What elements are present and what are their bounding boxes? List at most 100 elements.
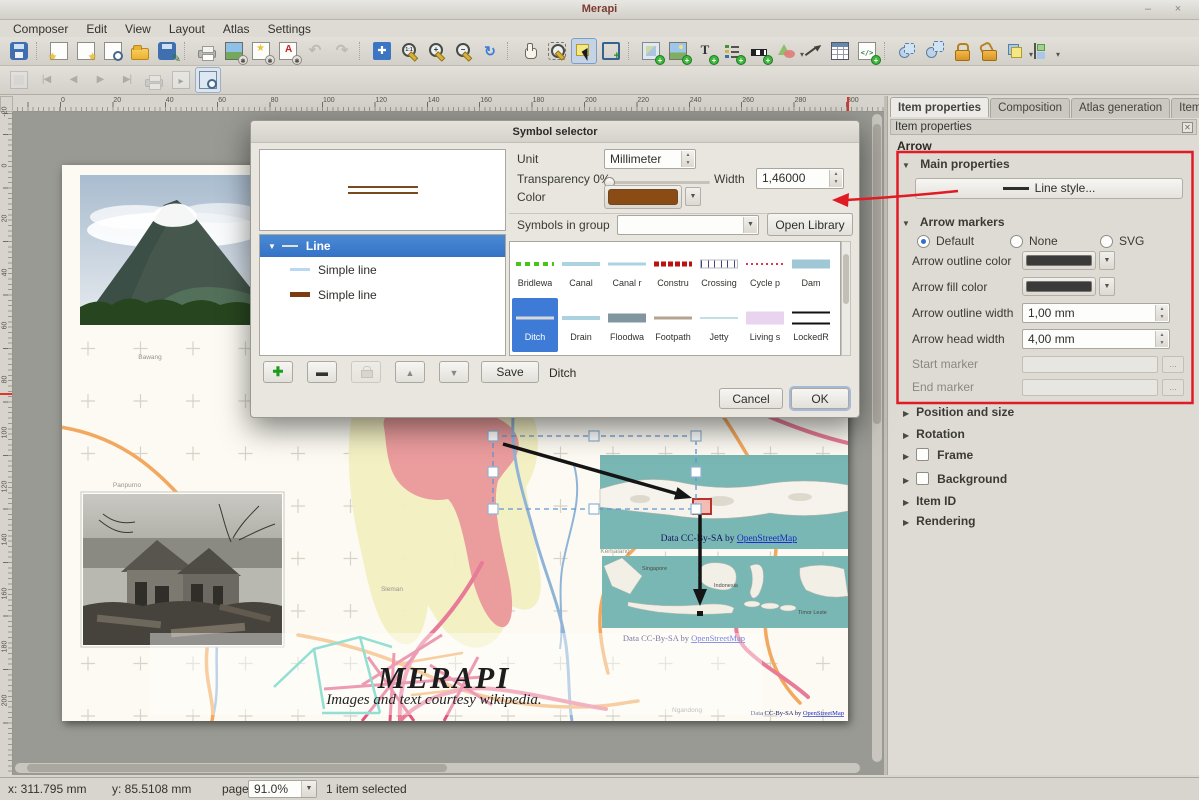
symbol-constru[interactable]: Constru bbox=[650, 244, 696, 298]
zoom-out-button[interactable] bbox=[450, 38, 476, 64]
ok-button[interactable]: OK bbox=[791, 388, 849, 409]
spinner-arrows-icon[interactable]: ▲▼ bbox=[829, 170, 842, 187]
export-svg-button[interactable] bbox=[248, 38, 274, 64]
spinner-arrows-icon[interactable]: ▲▼ bbox=[681, 151, 694, 167]
add-label-button[interactable] bbox=[692, 38, 718, 64]
minimize-button[interactable]: – bbox=[1137, 2, 1159, 17]
zoom-level-combo[interactable]: 91.0% ▼ bbox=[248, 780, 317, 798]
select-move-item-button[interactable] bbox=[571, 38, 597, 64]
main-properties-header[interactable]: ▼ Main properties bbox=[902, 157, 1010, 171]
expand-triangle-icon[interactable]: ▼ bbox=[268, 242, 276, 251]
symbol-living-s[interactable]: Living s bbox=[742, 298, 788, 352]
section-item-id[interactable]: ▶Item ID bbox=[888, 494, 956, 512]
section-background[interactable]: ▶Background bbox=[888, 472, 1007, 490]
symbol-canal[interactable]: Canal bbox=[558, 244, 604, 298]
move-layer-up-button[interactable]: ▲ bbox=[395, 361, 425, 383]
move-layer-down-button[interactable]: ▼ bbox=[439, 361, 469, 383]
tree-item-simple-line-1[interactable]: Simple line bbox=[260, 257, 505, 282]
symbol-lockedr[interactable]: LockedR bbox=[788, 298, 834, 352]
inset-map-java[interactable]: Data CC-By-SA by OpenStreetMap bbox=[600, 455, 848, 549]
map-title-label[interactable]: MERAPI bbox=[377, 660, 511, 695]
section-position-and-size[interactable]: ▶Position and size bbox=[888, 405, 1014, 423]
symbols-group-combo[interactable]: ▼ bbox=[617, 215, 759, 235]
photo-destroyed-house[interactable] bbox=[81, 492, 284, 647]
dialog-title[interactable]: Symbol selector bbox=[251, 121, 859, 143]
add-scalebar-button[interactable] bbox=[746, 38, 772, 64]
open-library-button[interactable]: Open Library bbox=[767, 213, 853, 236]
duplicate-composition-button[interactable] bbox=[73, 38, 99, 64]
zoom-full-button[interactable] bbox=[369, 38, 395, 64]
dock-close-icon[interactable]: ✕ bbox=[1182, 122, 1193, 133]
inset-map-indonesia[interactable]: Singapore Indonesia Timor Leste bbox=[602, 556, 848, 628]
new-composition-button[interactable] bbox=[46, 38, 72, 64]
add-image-button[interactable] bbox=[665, 38, 691, 64]
add-symbol-layer-button[interactable]: ✚ bbox=[263, 361, 293, 383]
chevron-down-icon[interactable]: ▼ bbox=[743, 217, 757, 233]
symbol-jetty[interactable]: Jetty bbox=[696, 298, 742, 352]
tree-item-simple-line-2[interactable]: Simple line bbox=[260, 282, 505, 307]
composition-manager-button[interactable] bbox=[100, 38, 126, 64]
tab-item-properties[interactable]: Item properties bbox=[890, 97, 989, 117]
add-arrow-button[interactable] bbox=[800, 38, 826, 64]
arrow-fill-color-swatch[interactable] bbox=[1022, 277, 1096, 296]
atlas-settings-button[interactable] bbox=[195, 67, 221, 93]
map-subtitle-label[interactable]: Images and text courtesy wikipedia. bbox=[325, 692, 541, 708]
osm-link[interactable]: OpenStreetMap bbox=[737, 534, 797, 544]
refresh-view-button[interactable] bbox=[477, 38, 503, 64]
close-button[interactable]: × bbox=[1167, 2, 1189, 17]
unit-combo[interactable]: Millimeter▲▼ bbox=[604, 149, 696, 169]
checkbox-background[interactable] bbox=[916, 472, 929, 485]
symbol-dam[interactable]: Dam bbox=[788, 244, 834, 298]
arrow-head-width-spinner[interactable]: 4,00 mm▲▼ bbox=[1022, 329, 1170, 349]
menu-layout[interactable]: Layout bbox=[160, 21, 214, 37]
section-rendering[interactable]: ▶Rendering bbox=[888, 514, 976, 532]
save-project-button[interactable] bbox=[6, 38, 32, 64]
chevron-down-icon[interactable]: ▼ bbox=[301, 781, 316, 797]
spinner-arrows-icon[interactable]: ▲▼ bbox=[1155, 305, 1168, 321]
menu-view[interactable]: View bbox=[116, 21, 160, 37]
pan-button[interactable] bbox=[517, 38, 543, 64]
section-rotation[interactable]: ▶Rotation bbox=[888, 427, 965, 445]
expand-triangle-icon[interactable]: ▶ bbox=[903, 518, 909, 527]
menu-composer[interactable]: Composer bbox=[4, 21, 77, 37]
load-template-button[interactable] bbox=[127, 38, 153, 64]
symbol-bridlewa[interactable]: Bridlewa bbox=[512, 244, 558, 298]
checkbox-frame[interactable] bbox=[916, 448, 929, 461]
tab-atlas-generation[interactable]: Atlas generation bbox=[1071, 98, 1170, 118]
save-symbol-button[interactable]: Save bbox=[481, 361, 539, 383]
lock-items-button[interactable] bbox=[948, 38, 974, 64]
menu-settings[interactable]: Settings bbox=[259, 21, 320, 37]
radio-none[interactable]: None bbox=[1010, 234, 1058, 248]
expand-triangle-icon[interactable]: ▶ bbox=[903, 431, 909, 440]
symbol-drain[interactable]: Drain bbox=[558, 298, 604, 352]
photo-volcano[interactable] bbox=[80, 175, 263, 325]
line-style-button[interactable]: Line style... bbox=[915, 178, 1183, 199]
add-html-button[interactable] bbox=[854, 38, 880, 64]
arrow-fill-color-dropdown[interactable]: ▼ bbox=[1099, 277, 1115, 296]
expand-triangle-icon[interactable]: ▶ bbox=[903, 409, 909, 418]
tab-items[interactable]: Items bbox=[1171, 98, 1199, 118]
expand-triangle-icon[interactable]: ▶ bbox=[903, 498, 909, 507]
symbol-canal-r[interactable]: Canal r bbox=[604, 244, 650, 298]
align-items-button[interactable]: ▾ bbox=[1029, 38, 1055, 64]
symbol-footpath[interactable]: Footpath bbox=[650, 298, 696, 352]
section-frame[interactable]: ▶Frame bbox=[888, 448, 973, 466]
export-image-button[interactable] bbox=[221, 38, 247, 64]
color-dropdown[interactable]: ▼ bbox=[685, 187, 701, 206]
save-as-template-button[interactable] bbox=[154, 38, 180, 64]
symbol-floodwa[interactable]: Floodwa bbox=[604, 298, 650, 352]
symbol-cycle-p[interactable]: Cycle p bbox=[742, 244, 788, 298]
print-button[interactable] bbox=[194, 38, 220, 64]
group-items-button[interactable] bbox=[894, 38, 920, 64]
add-shape-button[interactable]: ▾ bbox=[773, 38, 799, 64]
arrow-outline-color-swatch[interactable] bbox=[1022, 251, 1096, 270]
symbol-crossing[interactable]: Crossing bbox=[696, 244, 742, 298]
radio-default[interactable]: Default bbox=[917, 234, 974, 248]
symbol-ditch[interactable]: Ditch bbox=[512, 298, 558, 352]
zoom-in-button[interactable] bbox=[423, 38, 449, 64]
canvas-horizontal-scrollbar[interactable] bbox=[15, 763, 860, 773]
tab-composition[interactable]: Composition bbox=[990, 98, 1070, 118]
menu-edit[interactable]: Edit bbox=[77, 21, 116, 37]
move-item-content-button[interactable] bbox=[598, 38, 624, 64]
arrow-outline-color-dropdown[interactable]: ▼ bbox=[1099, 251, 1115, 270]
